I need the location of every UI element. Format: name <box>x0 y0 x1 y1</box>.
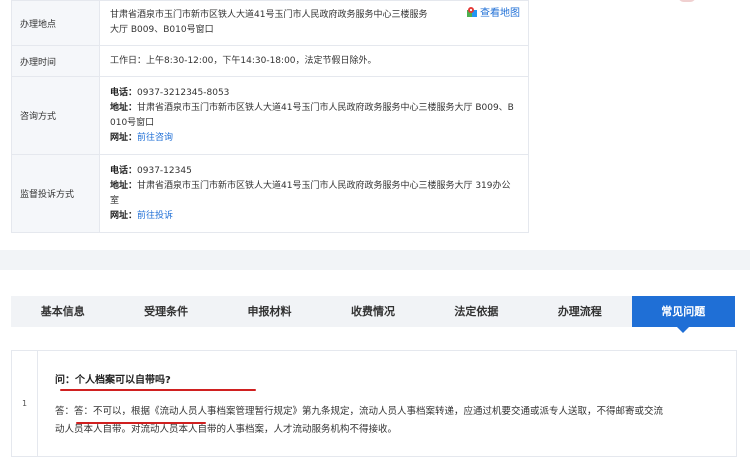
complaint-phone-label: 电话： <box>110 165 138 176</box>
tab-basic-info[interactable]: 基本信息 <box>11 296 114 327</box>
table-row: 办理地点 甘肃省酒泉市玉门市新市区铁人大道41号玉门市人民政府政务服务中心三楼服… <box>11 0 529 46</box>
consult-phone: 0937-3212345-8053 <box>137 87 230 98</box>
row-label-complaint: 监督投诉方式 <box>11 154 100 233</box>
service-info-card: 办理地点 甘肃省酒泉市玉门市新市区铁人大道41号玉门市人民政府政务服务中心三楼服… <box>0 0 750 250</box>
tab-conditions[interactable]: 受理条件 <box>114 296 217 327</box>
decorative-badge <box>678 0 696 2</box>
map-pin-icon <box>467 7 477 17</box>
location-line-2: 大厅 B009、B010号窗口 <box>110 25 214 35</box>
consult-phone-label: 电话： <box>110 87 138 98</box>
question-underline <box>60 389 256 391</box>
complaint-web-label: 网址： <box>110 210 138 221</box>
complaint-addr-line-2: 室 <box>110 195 120 206</box>
consult-value: 电话：0937-3212345-8053 地址：甘肃省酒泉市玉门市新市区铁人大道… <box>99 76 529 155</box>
tab-bar: 基本信息 受理条件 申报材料 收费情况 法定依据 办理流程 常见问题 <box>11 296 735 333</box>
complaint-addr-line-1: 甘肃省酒泉市玉门市新市区铁人大道41号玉门市人民政府政务服务中心三楼服务大厅 3… <box>137 180 511 191</box>
details-card: 基本信息 受理条件 申报材料 收费情况 法定依据 办理流程 常见问题 1 问：个… <box>0 270 750 460</box>
tab-legal-basis[interactable]: 法定依据 <box>425 296 528 327</box>
row-label-location: 办理地点 <box>11 0 100 46</box>
view-map-link[interactable]: 查看地图 <box>467 6 520 21</box>
complaint-addr-label: 地址： <box>110 180 138 191</box>
tab-materials[interactable]: 申报材料 <box>218 296 321 327</box>
table-row: 办理时间 工作日：上午8:30-12:00，下午14:30-18:00，法定节假… <box>11 45 529 77</box>
row-label-hours: 办理时间 <box>11 45 100 77</box>
faq-number: 1 <box>12 351 38 456</box>
tab-faq[interactable]: 常见问题 <box>631 296 735 333</box>
section-gap <box>0 250 750 270</box>
consult-web-label: 网址： <box>110 132 138 143</box>
consult-addr-line-2: 010号窗口 <box>110 117 155 128</box>
tab-process[interactable]: 办理流程 <box>528 296 631 327</box>
complaint-link[interactable]: 前往投诉 <box>137 211 173 221</box>
complaint-phone: 0937-12345 <box>137 165 192 176</box>
view-map-label[interactable]: 查看地图 <box>480 8 520 19</box>
consult-addr-line-1: 甘肃省酒泉市玉门市新市区铁人大道41号玉门市人民政府政务服务中心三楼服务大厅 B… <box>137 102 514 113</box>
row-label-consult: 咨询方式 <box>11 76 100 155</box>
answer-line-1: 答：答：不可以，根据《流动人员人事档案管理暂行规定》第九条规定，流动人员人事档案… <box>55 406 664 417</box>
answer-underline <box>76 422 206 424</box>
service-info-table: 办理地点 甘肃省酒泉市玉门市新市区铁人大道41号玉门市人民政府政务服务中心三楼服… <box>11 0 529 233</box>
active-tab-caret <box>677 327 690 333</box>
table-row: 监督投诉方式 电话：0937-12345 地址：甘肃省酒泉市玉门市新市区铁人大道… <box>11 154 529 233</box>
tab-fees[interactable]: 收费情况 <box>321 296 424 327</box>
faq-question: 问：个人档案可以自带吗? <box>55 375 171 386</box>
consult-addr-label: 地址： <box>110 102 138 113</box>
tab-faq-label[interactable]: 常见问题 <box>661 305 705 318</box>
table-row: 咨询方式 电话：0937-3212345-8053 地址：甘肃省酒泉市玉门市新市… <box>11 76 529 155</box>
faq-answer: 答：答：不可以，根据《流动人员人事档案管理暂行规定》第九条规定，流动人员人事档案… <box>55 403 705 439</box>
complaint-value: 电话：0937-12345 地址：甘肃省酒泉市玉门市新市区铁人大道41号玉门市人… <box>99 154 529 233</box>
location-value: 甘肃省酒泉市玉门市新市区铁人大道41号玉门市人民政府政务服务中心三楼服务 大厅 … <box>99 0 529 46</box>
faq-item: 1 问：个人档案可以自带吗? 答：答：不可以，根据《流动人员人事档案管理暂行规定… <box>11 350 737 457</box>
consult-link[interactable]: 前往咨询 <box>137 133 173 143</box>
hours-value: 工作日：上午8:30-12:00，下午14:30-18:00，法定节假日除外。 <box>99 45 529 77</box>
location-line-1: 甘肃省酒泉市玉门市新市区铁人大道41号玉门市人民政府政务服务中心三楼服务 <box>110 10 428 20</box>
